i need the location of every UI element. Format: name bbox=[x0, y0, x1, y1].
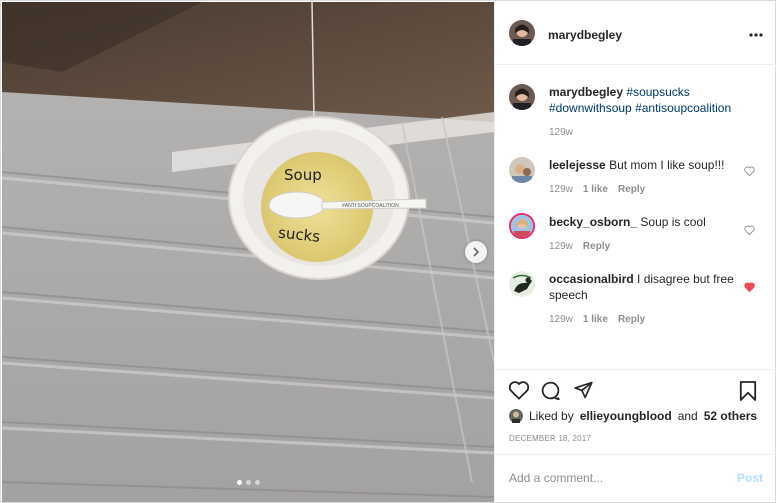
caption-avatar[interactable] bbox=[509, 84, 535, 110]
carousel-dot-active bbox=[237, 480, 242, 485]
likes-summary: Liked by ellieyoungblood and 52 others bbox=[509, 409, 757, 423]
reply-button[interactable]: Reply bbox=[583, 241, 610, 252]
paper-plane-icon bbox=[574, 381, 593, 399]
comment-button[interactable] bbox=[540, 380, 561, 406]
heart-outline-icon bbox=[744, 166, 755, 177]
comment-meta: 129w 1 like Reply bbox=[549, 314, 645, 325]
avatar-image bbox=[511, 215, 533, 237]
comment-bubble-icon bbox=[541, 381, 560, 401]
avatar-image bbox=[509, 157, 535, 183]
caption-age[interactable]: 129w bbox=[549, 127, 573, 138]
add-comment-input[interactable]: Add a comment... bbox=[509, 471, 603, 485]
author-username[interactable]: marydbegley bbox=[548, 28, 622, 42]
liker-avatar[interactable] bbox=[509, 409, 523, 423]
like-button[interactable] bbox=[508, 380, 530, 405]
commenter-avatar[interactable] bbox=[509, 213, 535, 239]
reply-button[interactable]: Reply bbox=[618, 314, 645, 325]
carousel-dot bbox=[246, 480, 251, 485]
heart-filled-icon bbox=[744, 282, 755, 293]
comment-username[interactable]: leelejesse bbox=[549, 158, 606, 172]
more-horizontal-icon bbox=[749, 33, 763, 37]
share-button[interactable] bbox=[573, 380, 594, 405]
caption-text: marydbegley #soupsucks #downwithsoup #an… bbox=[549, 84, 737, 116]
comment-age[interactable]: 129w bbox=[549, 314, 573, 325]
caption-meta: 129w bbox=[549, 127, 573, 138]
photo-scene: #ANTI SOUPCOALITION Soup sucks bbox=[2, 2, 494, 502]
commenter-avatar[interactable] bbox=[509, 271, 535, 297]
post-frame: #ANTI SOUPCOALITION Soup sucks marydbegl… bbox=[0, 0, 776, 503]
plate-text-top: Soup bbox=[284, 166, 322, 184]
carousel-indicator bbox=[237, 480, 260, 485]
liked-prefix: Liked by bbox=[529, 409, 574, 423]
add-comment-bar: Add a comment... Post bbox=[495, 454, 776, 501]
post-comment-button[interactable]: Post bbox=[737, 471, 763, 485]
comment-username[interactable]: occasionalbird bbox=[549, 272, 634, 286]
comment-body: But mom I like soup!!! bbox=[609, 158, 725, 172]
liked-others-link[interactable]: 52 others bbox=[704, 409, 757, 423]
bookmark-icon bbox=[739, 381, 757, 401]
comments-section: marydbegley #soupsucks #downwithsoup #an… bbox=[495, 65, 776, 370]
comment-like-button[interactable] bbox=[744, 279, 755, 297]
comment-body: Soup is cool bbox=[640, 215, 706, 229]
author-avatar[interactable] bbox=[509, 20, 535, 46]
liked-and: and bbox=[677, 409, 698, 423]
comment-like-button[interactable] bbox=[744, 163, 755, 181]
comment-meta: 129w Reply bbox=[549, 241, 610, 252]
next-photo-button[interactable] bbox=[465, 241, 487, 263]
comment-meta: 129w 1 like Reply bbox=[549, 184, 645, 195]
hashtag-link[interactable]: #downwithsoup bbox=[549, 101, 632, 115]
chevron-right-icon bbox=[473, 247, 480, 257]
post-date[interactable]: DECEMBER 18, 2017 bbox=[509, 434, 591, 443]
hashtag-link[interactable]: #antisoupcoalition bbox=[635, 101, 731, 115]
spoon-label: #ANTI SOUPCOALITION bbox=[342, 203, 399, 209]
reply-button[interactable]: Reply bbox=[618, 184, 645, 195]
comment-likes[interactable]: 1 like bbox=[583, 184, 608, 195]
post-sidebar: marydbegley marydbegley #soupsucks #down… bbox=[494, 2, 776, 502]
caption-username[interactable]: marydbegley bbox=[549, 85, 623, 99]
post-header: marydbegley bbox=[495, 2, 776, 65]
heart-outline-icon bbox=[508, 381, 530, 400]
liked-user[interactable]: ellieyoungblood bbox=[580, 409, 672, 423]
comment-username[interactable]: becky_osborn_ bbox=[549, 215, 637, 229]
hashtag-link[interactable]: #soupsucks bbox=[626, 85, 689, 99]
commenter-avatar[interactable] bbox=[509, 157, 535, 183]
comment-likes[interactable]: 1 like bbox=[583, 314, 608, 325]
save-button[interactable] bbox=[739, 380, 757, 407]
post-actions: Liked by ellieyoungblood and 52 others D… bbox=[495, 371, 776, 451]
post-photo[interactable]: #ANTI SOUPCOALITION Soup sucks bbox=[2, 2, 494, 502]
avatar-image bbox=[509, 20, 535, 46]
avatar-image bbox=[509, 271, 535, 297]
comment-like-button[interactable] bbox=[744, 222, 755, 240]
comment-age[interactable]: 129w bbox=[549, 184, 573, 195]
comment-text: occasionalbird I disagree but free speec… bbox=[549, 271, 737, 303]
more-options-button[interactable] bbox=[749, 24, 763, 42]
comment-age[interactable]: 129w bbox=[549, 241, 573, 252]
heart-outline-icon bbox=[744, 225, 755, 236]
carousel-dot bbox=[255, 480, 260, 485]
comment-text: leelejesse But mom I like soup!!! bbox=[549, 157, 737, 173]
comment-text: becky_osborn_ Soup is cool bbox=[549, 214, 737, 230]
avatar-image bbox=[509, 84, 535, 110]
